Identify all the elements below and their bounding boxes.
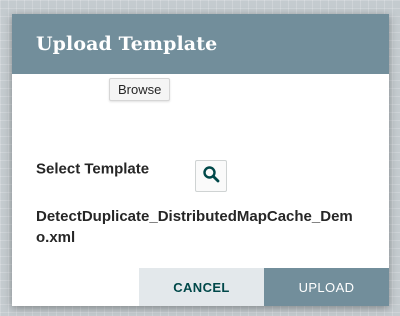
browse-button[interactable]	[195, 160, 227, 192]
dialog-header: Upload Template	[12, 14, 389, 74]
upload-template-dialog: Upload Template Browse Select Template D…	[12, 14, 389, 306]
select-template-label: Select Template	[36, 160, 150, 178]
selected-file-name: DetectDuplicate_DistributedMapCache_Demo…	[36, 208, 353, 246]
dialog-title: Upload Template	[36, 33, 218, 55]
dialog-body: Browse Select Template DetectDuplicate_D…	[12, 74, 389, 268]
cancel-button[interactable]: CANCEL	[139, 268, 264, 306]
browse-tooltip: Browse	[109, 78, 171, 101]
dialog-footer: CANCEL UPLOAD	[12, 268, 389, 306]
search-icon	[202, 165, 220, 188]
upload-button[interactable]: UPLOAD	[264, 268, 389, 306]
